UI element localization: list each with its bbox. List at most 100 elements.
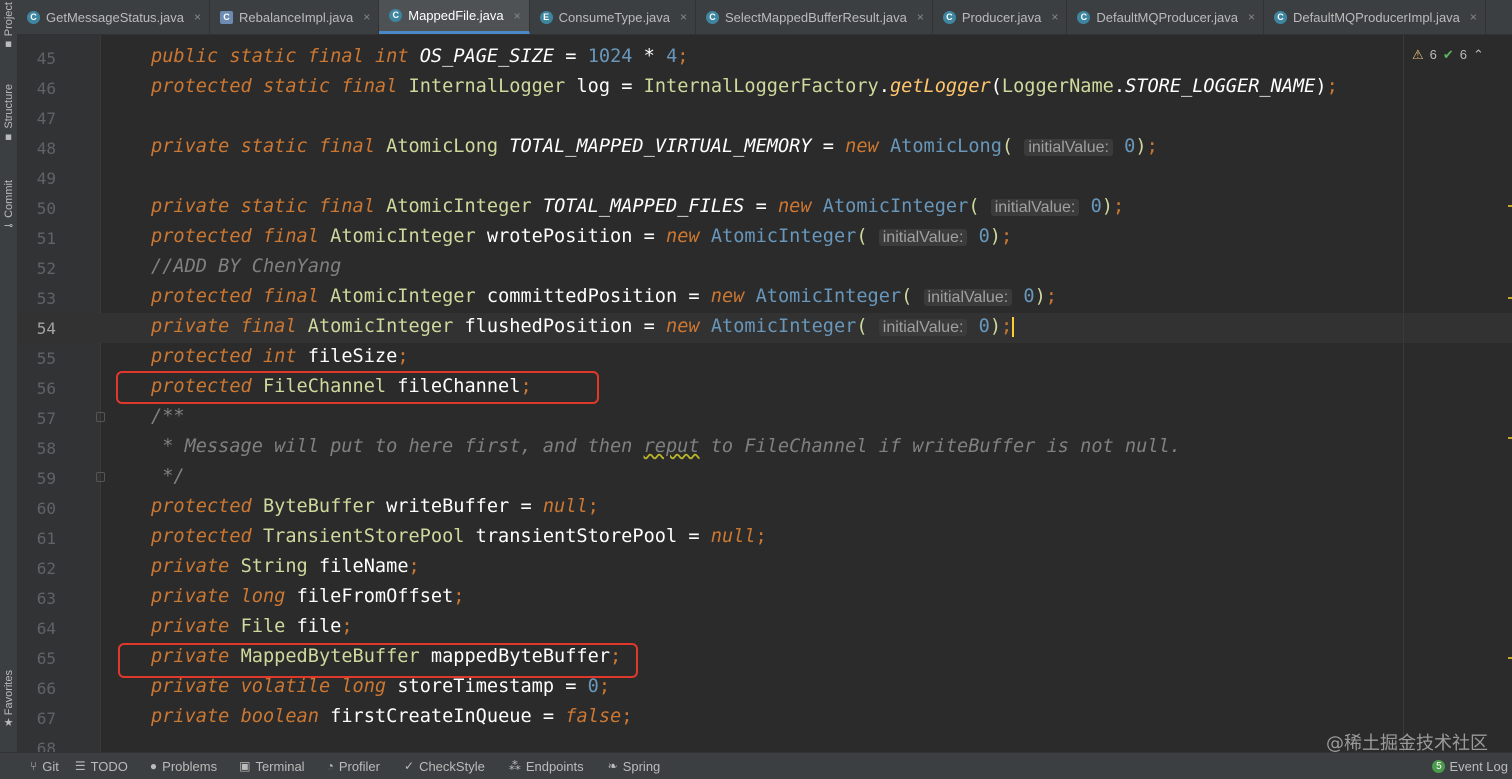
close-icon[interactable]: × [680, 10, 687, 24]
code-line[interactable]: 61 protected TransientStorePool transien… [18, 523, 1512, 553]
close-icon[interactable]: × [917, 10, 924, 24]
code-text: */ [151, 466, 185, 487]
editor-tab-bar: C GetMessageStatus.java × C RebalanceImpl.j… [17, 0, 1512, 35]
tab-getmessagestatus[interactable]: C GetMessageStatus.java × [17, 0, 211, 34]
warning-count: 6 [1429, 47, 1437, 62]
inspection-widget[interactable]: ⚠ 6 ✔ 6 ⌃ [1404, 47, 1512, 63]
code-text: /** [151, 406, 185, 427]
tab-rebalanceimpl[interactable]: C RebalanceImpl.java × [210, 0, 380, 34]
code-line[interactable]: 47 [18, 103, 1512, 133]
project-tool-tab[interactable]: Project ▪ [0, 2, 17, 50]
line-number: 51 [36, 229, 56, 248]
fold-marker-icon[interactable] [96, 472, 105, 482]
code-line[interactable]: 46 protected static final InternalLogger… [18, 73, 1512, 103]
tab-defaultmqproducerimpl[interactable]: C DefaultMQProducerImpl.java × [1264, 0, 1486, 34]
text-caret [1012, 316, 1015, 337]
commit-icon: ⊸ [3, 218, 14, 232]
project-tab-label: Project [2, 2, 15, 37]
tab-mappedfile[interactable]: C MappedFile.java × [379, 0, 530, 34]
line-number: 53 [36, 289, 56, 308]
code-line[interactable]: 51 protected final AtomicInteger wrotePo… [18, 223, 1512, 253]
error-stripe-mark[interactable] [1508, 437, 1512, 439]
code-line[interactable]: 62 private String fileName; [18, 553, 1512, 583]
error-stripe-mark[interactable] [1508, 205, 1512, 207]
close-icon[interactable]: × [1470, 10, 1477, 24]
spring-icon: ❧ [607, 759, 618, 773]
code-line[interactable]: 55 protected int fileSize; [18, 343, 1512, 373]
code-text: protected TransientStorePool transientSt… [151, 526, 767, 547]
code-line[interactable]: 57 /** [18, 403, 1512, 433]
favorites-tool-tab[interactable]: Favorites ★ [0, 670, 17, 729]
code-line-current[interactable]: 54 private final AtomicInteger flushedPo… [18, 313, 1512, 343]
git-tool-button[interactable]: ⑂ Git [30, 759, 59, 774]
tab-producer[interactable]: C Producer.java × [933, 0, 1068, 34]
line-number: 60 [36, 499, 56, 518]
checkstyle-tool-button[interactable]: ✓ CheckStyle [404, 759, 485, 774]
close-icon[interactable]: × [514, 9, 521, 23]
tab-defaultmqproducer[interactable]: C DefaultMQProducer.java × [1067, 0, 1264, 34]
close-icon[interactable]: × [1248, 10, 1255, 24]
code-line[interactable]: 68 [18, 733, 1512, 753]
check-icon: ✔ [1442, 47, 1454, 62]
tab-consumetype[interactable]: E ConsumeType.java × [530, 0, 696, 34]
favorites-tab-label: Favorites [2, 670, 15, 716]
code-line[interactable]: 67 private boolean firstCreateInQueue = … [18, 703, 1512, 733]
endpoints-tool-button[interactable]: ⁂ Endpoints [509, 759, 584, 774]
spring-tool-button[interactable]: ❧ Spring [608, 759, 661, 774]
error-stripe-mark[interactable] [1508, 657, 1512, 659]
terminal-tool-button[interactable]: ▣ Terminal [239, 759, 304, 774]
code-text: private static final AtomicInteger TOTAL… [151, 196, 1125, 217]
fold-marker-icon[interactable] [96, 412, 105, 422]
chevron-up-icon[interactable]: ⌃ [1473, 47, 1484, 63]
code-text: private File file; [151, 616, 353, 637]
profiler-tool-button[interactable]: ◔ Profiler [327, 759, 380, 774]
git-branch-icon: ⑂ [30, 759, 38, 773]
todo-tool-button[interactable]: ☰ TODO [75, 759, 128, 774]
parameter-hint: initialValue: [1024, 139, 1113, 156]
folder-icon: ▪ [4, 37, 13, 51]
close-icon[interactable]: × [1051, 10, 1058, 24]
structure-tool-tab[interactable]: Structure ▪ [0, 84, 17, 143]
code-line[interactable]: 45 public static final int OS_PAGE_SIZE … [18, 43, 1512, 73]
line-number: 47 [36, 109, 56, 128]
line-number: 58 [36, 439, 56, 458]
parameter-hint: initialValue: [990, 199, 1080, 216]
line-number: 63 [36, 589, 56, 608]
error-stripe-mark[interactable] [1508, 297, 1512, 299]
code-editor[interactable]: 45 public static final int OS_PAGE_SIZE … [18, 35, 1512, 753]
tab-label: Producer.java [961, 9, 1042, 25]
tab-selectmappedbufferresult[interactable]: C SelectMappedBufferResult.java × [696, 0, 933, 34]
code-line[interactable]: 48 private static final AtomicLong TOTAL… [18, 133, 1512, 163]
code-line[interactable]: 58 * Message will put to here first, and… [18, 433, 1512, 463]
line-number: 55 [36, 349, 56, 368]
line-number: 62 [36, 559, 56, 578]
line-number: 64 [36, 619, 56, 638]
code-line[interactable]: 50 private static final AtomicInteger TO… [18, 193, 1512, 223]
code-line[interactable]: 64 private File file; [18, 613, 1512, 643]
close-icon[interactable]: × [194, 10, 201, 24]
code-text: //ADD BY ChenYang [151, 256, 342, 277]
line-number: 56 [36, 379, 56, 398]
event-log-button[interactable]: 5 Event Log [1432, 753, 1512, 779]
code-text: private volatile long storeTimestamp = 0… [151, 676, 611, 697]
line-number: 61 [36, 529, 56, 548]
code-line[interactable]: 60 protected ByteBuffer writeBuffer = nu… [18, 493, 1512, 523]
code-text: private long fileFromOffset; [151, 586, 465, 607]
line-number: 49 [36, 169, 56, 188]
commit-tool-tab[interactable]: Commit ⊸ [0, 180, 17, 232]
java-class-icon: C [220, 10, 234, 24]
tab-label: DefaultMQProducer.java [1096, 9, 1238, 25]
code-line[interactable]: 52 //ADD BY ChenYang [18, 253, 1512, 283]
bottom-tool-bar: ⑂ Git ☰ TODO ● Problems ▣ Terminal ◔ Profiler… [0, 752, 1512, 779]
tab-label: MappedFile.java [408, 8, 504, 23]
problems-tool-button[interactable]: ● Problems [150, 759, 217, 774]
line-number: 52 [36, 259, 56, 278]
java-class-icon: C [942, 10, 956, 24]
code-line[interactable]: 49 [18, 163, 1512, 193]
profiler-icon: ◔ [326, 759, 334, 773]
close-icon[interactable]: × [363, 10, 370, 24]
line-number: 45 [36, 49, 56, 68]
code-line[interactable]: 53 protected final AtomicInteger committ… [18, 283, 1512, 313]
code-line[interactable]: 63 private long fileFromOffset; [18, 583, 1512, 613]
code-line[interactable]: 59 */ [18, 463, 1512, 493]
